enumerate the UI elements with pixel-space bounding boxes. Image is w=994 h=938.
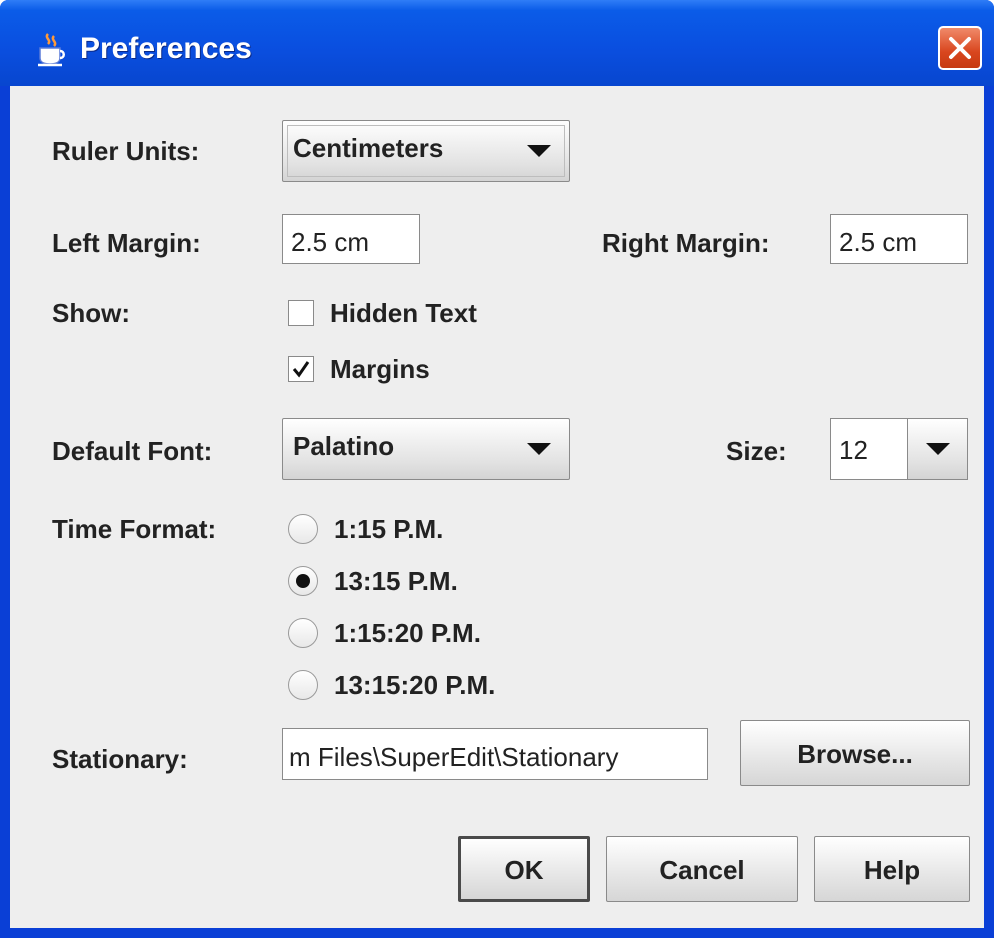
size-label: Size:: [726, 436, 787, 466]
ruler-units-combo[interactable]: Centimeters: [282, 120, 570, 182]
time-format-radio-3[interactable]: [288, 618, 318, 648]
checkmark-icon: [292, 361, 310, 378]
java-cup-icon: [38, 33, 65, 67]
window-title: Preferences: [80, 32, 252, 65]
time-format-radio-4[interactable]: [288, 670, 318, 700]
default-font-value: Palatino: [293, 431, 395, 461]
time-format-option-1[interactable]: 1:15 P.M.: [334, 514, 443, 545]
hidden-text-checkbox[interactable]: [288, 300, 314, 326]
stationary-field[interactable]: m Files\SuperEdit\Stationary: [282, 728, 708, 780]
right-margin-label: Right Margin:: [602, 228, 770, 258]
default-font-combo[interactable]: Palatino: [282, 418, 570, 480]
ruler-units-value: Centimeters: [293, 133, 444, 163]
ok-button[interactable]: OK: [458, 836, 590, 902]
stationary-label: Stationary:: [52, 744, 188, 774]
chevron-down-icon: [926, 443, 950, 455]
left-margin-field[interactable]: 2.5 cm: [282, 214, 420, 264]
left-margin-value: 2.5 cm: [291, 227, 370, 257]
size-value: 12: [839, 435, 868, 465]
cancel-button-label: Cancel: [659, 855, 745, 885]
close-icon: [949, 37, 971, 59]
close-button[interactable]: [938, 26, 982, 70]
right-margin-field[interactable]: 2.5 cm: [830, 214, 968, 264]
hidden-text-label[interactable]: Hidden Text: [330, 298, 477, 329]
cancel-button[interactable]: Cancel: [606, 836, 798, 902]
dialog-content: Ruler Units: Centimeters Left Margin: 2.…: [10, 86, 984, 928]
time-format-label: Time Format:: [52, 514, 217, 544]
right-margin-value: 2.5 cm: [839, 227, 918, 257]
help-button[interactable]: Help: [814, 836, 970, 902]
browse-button[interactable]: Browse...: [740, 720, 970, 786]
help-button-label: Help: [863, 855, 921, 885]
ok-button-label: OK: [504, 855, 544, 885]
size-combo[interactable]: 12: [830, 418, 968, 480]
browse-button-label: Browse...: [797, 739, 913, 769]
time-format-radio-2[interactable]: [288, 566, 318, 596]
time-format-option-4[interactable]: 13:15:20 P.M.: [334, 670, 495, 701]
left-margin-label: Left Margin:: [52, 228, 201, 258]
show-label: Show:: [52, 298, 130, 328]
size-dropdown-button[interactable]: [907, 419, 967, 479]
chevron-down-icon: [527, 145, 551, 157]
time-format-radio-1[interactable]: [288, 514, 318, 544]
ruler-units-label: Ruler Units:: [52, 136, 200, 166]
margins-checkbox[interactable]: [288, 356, 314, 382]
stationary-value: m Files\SuperEdit\Stationary: [289, 742, 619, 772]
default-font-label: Default Font:: [52, 436, 213, 466]
title-bar[interactable]: Preferences: [0, 0, 994, 86]
time-format-option-2[interactable]: 13:15 P.M.: [334, 566, 458, 597]
margins-label[interactable]: Margins: [330, 354, 430, 385]
time-format-option-3[interactable]: 1:15:20 P.M.: [334, 618, 481, 649]
chevron-down-icon: [527, 443, 551, 455]
preferences-dialog: Preferences Ruler Units: Centimeters Lef…: [0, 0, 994, 938]
